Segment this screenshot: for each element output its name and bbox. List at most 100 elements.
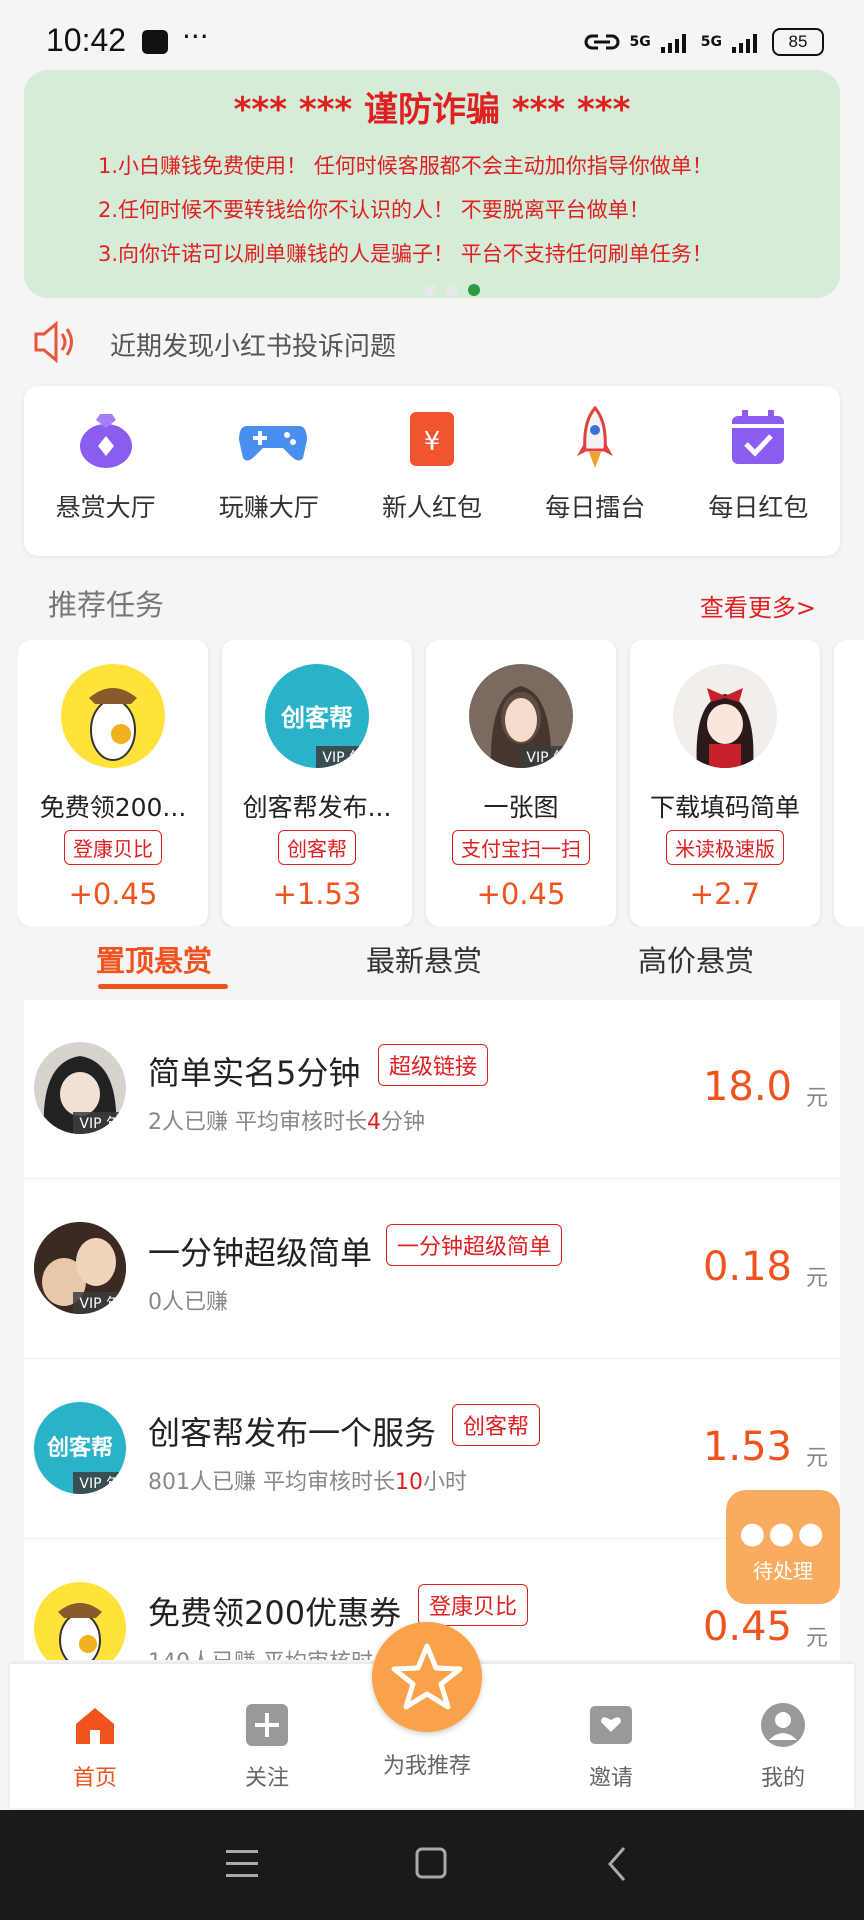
home-icon xyxy=(76,1708,114,1744)
task-title: 一分钟超级简单 xyxy=(148,1234,373,1272)
nav-label-recommend: 为我推荐 xyxy=(382,1754,471,1779)
plus-square-icon xyxy=(246,1704,288,1746)
task-stats-text: 2人已赚 平均审核时长 xyxy=(148,1110,367,1135)
task-title: 简单实名5分钟 xyxy=(148,1054,361,1092)
vip-badge: VIP 年 xyxy=(73,1292,126,1314)
gamepad-icon xyxy=(237,406,307,470)
vip-badge: VIP 年 xyxy=(520,746,573,768)
back-icon[interactable] xyxy=(598,1844,638,1884)
speaker-icon xyxy=(34,320,73,364)
signal-icon xyxy=(660,34,686,53)
vip-badge: VIP 年 xyxy=(316,746,369,768)
banner-pagination xyxy=(424,284,480,296)
pending-float-button[interactable]: ●●● 待处理 xyxy=(726,1490,840,1604)
avatar-brand-text: 创客帮 xyxy=(281,704,353,732)
task-stats: 801人已赚 平均审核时长10小时 xyxy=(148,1464,467,1496)
quick-item-newcomer-redpacket[interactable]: ¥ 新人红包 xyxy=(350,386,513,556)
recommend-card[interactable] xyxy=(834,640,864,926)
recommend-card[interactable]: VIP 年 一张图 支付宝扫一扫 +0.45 xyxy=(426,640,616,926)
recommend-title: 推荐任务 xyxy=(48,588,165,622)
nav-invite[interactable]: 邀请 xyxy=(536,1664,686,1808)
nav-home[interactable]: 首页 xyxy=(20,1664,170,1808)
network-5g-label: 5G xyxy=(629,34,651,50)
recommend-card[interactable]: 免费领200... 登康贝比 +0.45 xyxy=(18,640,208,926)
quick-item-daily-redpacket[interactable]: 每日红包 xyxy=(677,386,840,556)
status-indicators: 5G 5G 85 xyxy=(584,26,824,58)
menu-icon[interactable] xyxy=(222,1846,262,1882)
task-reward: 1.53 xyxy=(702,1424,792,1470)
pending-label: 待处理 xyxy=(753,1559,813,1583)
nav-label: 首页 xyxy=(72,1766,117,1791)
star-icon xyxy=(391,1643,463,1710)
vip-badge: VIP 年 xyxy=(73,1112,126,1134)
calendar-check-icon xyxy=(726,406,790,470)
task-stats: 0人已赚 xyxy=(148,1284,228,1316)
banner-line-3: 3.向你许诺可以刷单赚钱的人是骗子！ 平台不支持任何刷单任务！ xyxy=(98,242,713,266)
task-row[interactable]: VIP 年 一分钟超级简单 一分钟超级简单 0人已赚 0.18 元 xyxy=(24,1180,840,1359)
avatar-brand-text: 创客帮 xyxy=(46,1436,113,1461)
see-more-link[interactable]: 查看更多> xyxy=(700,588,816,623)
nav-mine[interactable]: 我的 xyxy=(708,1664,858,1808)
recommend-card[interactable]: 创客帮 VIP 年 创客帮发布... 创客帮 +1.53 xyxy=(222,640,412,926)
recommend-cards: 免费领200... 登康贝比 +0.45 创客帮 VIP 年 创客帮发布... … xyxy=(18,640,864,926)
quick-item-reward-hall[interactable]: 悬赏大厅 xyxy=(24,386,187,556)
quick-item-label: 每日红包 xyxy=(708,493,809,522)
task-tag: 超级链接 xyxy=(378,1044,489,1086)
recommend-star-button[interactable] xyxy=(372,1622,482,1732)
task-review-time: 10 xyxy=(395,1470,423,1495)
notice-bar[interactable]: 近期发现小红书投诉问题 xyxy=(30,318,830,368)
battery-icon: 85 xyxy=(772,28,824,56)
task-row[interactable]: 创客帮 VIP 年 创客帮发布一个服务 创客帮 801人已赚 平均审核时长10小… xyxy=(24,1360,840,1539)
task-avatar: VIP 年 xyxy=(34,1222,126,1314)
more-notifications-icon: ··· xyxy=(182,20,209,53)
quick-item-play-hall[interactable]: 玩赚大厅 xyxy=(187,386,350,556)
quick-item-daily-arena[interactable]: 每日擂台 xyxy=(514,386,677,556)
recommend-card[interactable]: 下载填码简单 米读极速版 +2.7 xyxy=(630,640,820,926)
nav-follow[interactable]: 关注 xyxy=(192,1664,342,1808)
tab-high-price[interactable]: 高价悬赏 xyxy=(638,938,754,980)
status-time: 10:42 xyxy=(46,22,127,58)
quick-item-label: 每日擂台 xyxy=(545,493,646,522)
task-list: VIP 年 简单实名5分钟 超级链接 2人已赚 平均审核时长4分钟 18.0 元… xyxy=(24,1000,840,1660)
task-avatar: 创客帮 VIP 年 xyxy=(34,1402,126,1494)
vip-badge: VIP 年 xyxy=(73,1472,126,1494)
task-row[interactable]: VIP 年 简单实名5分钟 超级链接 2人已赚 平均审核时长4分钟 18.0 元 xyxy=(24,1000,840,1179)
money-bag-icon xyxy=(74,406,138,470)
task-stats-text: 140人已赚 平均审核时 xyxy=(148,1650,373,1660)
banner-title: *** *** 谨防诈骗 *** *** xyxy=(233,90,631,130)
task-tag: 登康贝比 xyxy=(418,1584,529,1626)
nav-label: 我的 xyxy=(760,1766,805,1791)
quick-item-label: 新人红包 xyxy=(382,493,483,522)
signal-icon-2 xyxy=(732,34,757,53)
card-reward: +0.45 xyxy=(68,877,158,911)
task-reward-unit: 元 xyxy=(805,1086,828,1111)
card-avatar: VIP 年 xyxy=(469,664,573,768)
task-reward: 18.0 xyxy=(702,1064,792,1110)
task-reward: 0.45 xyxy=(702,1604,792,1650)
network-5g-label-2: 5G xyxy=(700,34,722,50)
task-stats-unit: 分钟 xyxy=(381,1110,426,1135)
tab-latest[interactable]: 最新悬赏 xyxy=(366,938,482,980)
link-icon xyxy=(584,34,620,50)
system-nav-bar xyxy=(0,1810,864,1920)
invite-card-icon xyxy=(590,1706,632,1744)
card-title: 一张图 xyxy=(483,793,559,822)
task-stats-text: 0人已赚 xyxy=(148,1290,228,1315)
task-review-time: 4 xyxy=(367,1110,381,1135)
task-stats: 140人已赚 平均审核时 xyxy=(148,1644,373,1660)
tab-pinned[interactable]: 置顶悬赏 xyxy=(96,938,212,980)
more-dots-icon: ●●● xyxy=(739,1516,827,1551)
task-title: 免费领200优惠券 xyxy=(148,1594,402,1632)
task-avatar: VIP 年 xyxy=(34,1042,126,1134)
nav-label: 关注 xyxy=(244,1766,289,1791)
card-title: 下载填码简单 xyxy=(649,793,800,822)
banner-line-1: 1.小白赚钱免费使用！ 任何时候客服都不会主动加你指导你做单！ xyxy=(98,154,713,178)
task-tag: 创客帮 xyxy=(452,1404,541,1446)
quick-menu: 悬赏大厅 玩赚大厅 ¥ 新人红包 每日擂台 每日红包 xyxy=(24,386,840,556)
card-title: 免费领200... xyxy=(39,793,187,822)
user-icon xyxy=(761,1703,805,1747)
task-reward: 0.18 xyxy=(702,1244,792,1290)
anti-fraud-banner[interactable]: *** *** 谨防诈骗 *** *** 1.小白赚钱免费使用！ 任何时候客服都… xyxy=(24,70,840,298)
home-square-icon[interactable] xyxy=(412,1844,452,1884)
banner-line-2: 2.任何时候不要转钱给你不认识的人！ 不要脱离平台做单！ xyxy=(98,198,650,222)
